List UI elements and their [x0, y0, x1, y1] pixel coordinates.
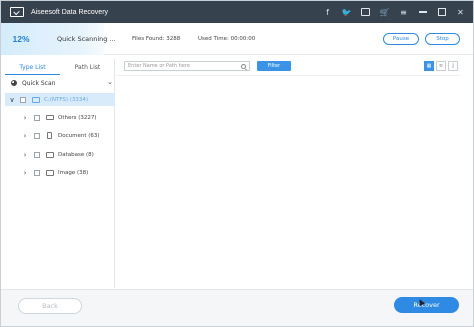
expand-arrow-icon[interactable]: ›	[22, 151, 28, 159]
search-placeholder: Enter Name or Path here	[128, 63, 190, 69]
scan-status-text: Quick Scanning ...	[57, 35, 116, 43]
tree-item-label: Database (8)	[58, 151, 94, 158]
app-logo-icon	[10, 7, 24, 17]
filter-button[interactable]: Filter	[257, 61, 291, 71]
tree-checkbox[interactable]	[20, 96, 26, 103]
drive-icon	[32, 96, 40, 103]
app-window: Aiseesoft Data Recovery f 🐦 🛒 ≡ ✕ 12% Qu…	[0, 0, 474, 327]
menu-icon[interactable]: ≡	[397, 6, 410, 19]
expand-arrow-icon[interactable]: ›	[22, 114, 28, 122]
maximize-icon[interactable]	[435, 6, 448, 19]
scan-progress-header: 12% Quick Scanning ... Files Found: 3288…	[1, 23, 473, 55]
tree-item-label: Others (3227)	[58, 114, 97, 121]
back-button[interactable]: Back	[18, 298, 82, 314]
tree-item-drive[interactable]: ∨ C:(NTFS) (3334)	[5, 93, 115, 106]
stop-button[interactable]: Stop	[425, 33, 460, 45]
files-found-text: Files Found: 3288	[132, 36, 181, 42]
list-view-icon[interactable]: ≡	[436, 61, 446, 71]
tab-type-list[interactable]: Type List	[5, 59, 60, 75]
tree-item-label: C:(NTFS) (3334)	[44, 96, 89, 103]
search-input[interactable]: Enter Name or Path here	[124, 61, 250, 71]
tree-item-others[interactable]: › Others (3227)	[5, 111, 115, 124]
tree-item-database[interactable]: › Database (8)	[5, 148, 115, 161]
close-icon[interactable]: ✕	[454, 6, 467, 19]
facebook-icon[interactable]: f	[321, 6, 334, 19]
app-title: Aiseesoft Data Recovery	[31, 8, 109, 16]
expand-arrow-icon[interactable]: ›	[22, 132, 28, 140]
progress-percent: 12%	[12, 34, 30, 44]
pause-button[interactable]: Pause	[383, 33, 419, 45]
file-content-area	[116, 75, 460, 288]
view-mode-switcher: ▦ ≡ ▯	[424, 61, 458, 71]
tree-checkbox[interactable]	[34, 169, 40, 176]
search-icon[interactable]	[241, 64, 246, 69]
tree-checkbox[interactable]	[34, 132, 40, 139]
left-panel: Type List Path List Quick Scan ⌄ ∨ C:(NT…	[5, 59, 115, 288]
chevron-down-icon[interactable]: ⌄	[107, 78, 113, 86]
image-icon	[46, 169, 54, 176]
tree-item-image[interactable]: › Image (38)	[5, 166, 115, 179]
minimize-icon[interactable]	[416, 6, 429, 19]
tree-item-label: Document (63)	[58, 132, 100, 139]
pie-chart-icon	[11, 80, 17, 86]
document-icon	[47, 132, 52, 139]
folder-icon	[46, 115, 54, 120]
tree-checkbox[interactable]	[34, 151, 40, 158]
tree-item-document[interactable]: › Document (63)	[5, 129, 115, 142]
expand-arrow-icon[interactable]: ›	[22, 169, 28, 177]
feedback-icon[interactable]	[359, 6, 372, 19]
database-icon	[46, 151, 54, 158]
cart-icon[interactable]: 🛒	[378, 6, 391, 19]
list-tabs: Type List Path List	[5, 59, 115, 75]
used-time-text: Used Time: 00:00:00	[198, 36, 256, 42]
tree-item-label: Image (38)	[58, 169, 89, 176]
scan-mode-label: Quick Scan	[22, 79, 56, 87]
bottom-bar: Back Recover	[1, 289, 473, 326]
twitter-icon[interactable]: 🐦	[340, 6, 353, 19]
title-bar: Aiseesoft Data Recovery f 🐦 🛒 ≡ ✕	[1, 1, 473, 23]
detail-view-icon[interactable]: ▯	[448, 61, 458, 71]
scan-mode-selector[interactable]: Quick Scan ⌄	[11, 78, 113, 88]
recover-button[interactable]: Recover	[394, 297, 459, 313]
expand-arrow-icon[interactable]: ∨	[9, 96, 15, 104]
main-panel: Enter Name or Path here Filter ▦ ≡ ▯	[116, 59, 460, 288]
grid-view-icon[interactable]: ▦	[424, 61, 434, 71]
tab-path-list[interactable]: Path List	[60, 59, 115, 75]
tree-checkbox[interactable]	[34, 114, 40, 121]
